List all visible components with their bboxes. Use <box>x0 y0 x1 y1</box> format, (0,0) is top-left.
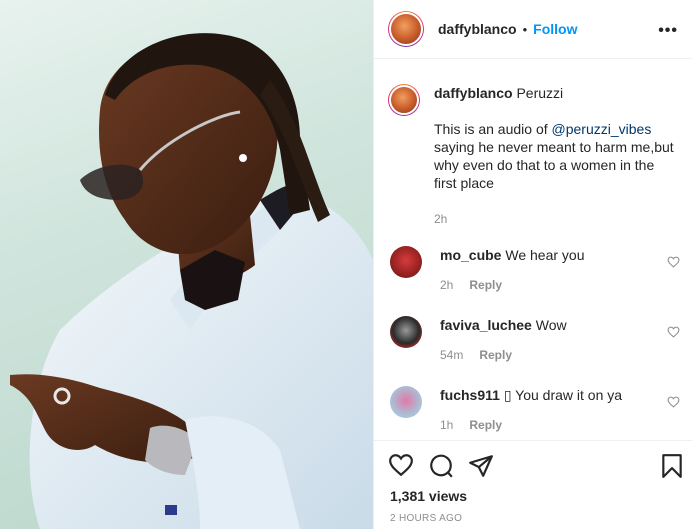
comment-time[interactable]: 54m <box>440 348 463 362</box>
caption-avatar[interactable] <box>388 84 420 116</box>
follow-button[interactable]: Follow <box>533 21 577 37</box>
comment-time[interactable]: 1h <box>440 418 453 432</box>
like-comment-heart-icon[interactable] <box>667 256 680 268</box>
like-comment-heart-icon[interactable] <box>667 326 680 338</box>
caption-time[interactable]: 2h <box>434 212 447 226</box>
instagram-post: daffyblanco • Follow ••• daffyblanco Per… <box>0 0 692 529</box>
like-comment-heart-icon[interactable] <box>667 396 680 408</box>
comment-icon[interactable] <box>428 453 454 479</box>
caption-first-line: Peruzzi <box>516 85 564 101</box>
comment-avatar[interactable] <box>390 246 422 278</box>
post-photo-illustration <box>10 33 373 529</box>
caption-body: This is an audio of @peruzzi_vibes sayin… <box>434 120 674 192</box>
bookmark-icon[interactable] <box>661 453 683 479</box>
comment-item: faviva_luchee Wow 54m Reply <box>390 316 680 364</box>
caption-text-after: saying he never meant to harm me,but why… <box>434 139 674 191</box>
reply-button[interactable]: Reply <box>479 348 512 362</box>
post-actions: 1,381 views 2 HOURS AGO <box>374 440 692 530</box>
views-count[interactable]: 1,381 views <box>390 488 467 504</box>
share-icon[interactable] <box>468 453 494 479</box>
separator-dot: • <box>522 21 528 37</box>
more-options-icon[interactable]: ••• <box>658 22 678 40</box>
heart-icon[interactable] <box>388 453 414 477</box>
caption: daffyblanco Peruzzi This is an audio of … <box>388 84 683 228</box>
author-avatar[interactable] <box>388 11 424 47</box>
comment-avatar[interactable] <box>390 386 422 418</box>
comment-text: ▯ You draw it on ya <box>503 387 623 403</box>
comment-username[interactable]: faviva_luchee <box>440 317 532 333</box>
caption-text-before: This is an audio of <box>434 121 552 137</box>
caption-meta: 2h <box>434 210 674 228</box>
post-header: daffyblanco • Follow ••• <box>374 0 692 59</box>
comment-item: fuchs911 ▯ You draw it on ya 1h Reply <box>390 386 680 434</box>
comment-avatar[interactable] <box>390 316 422 348</box>
comment-username[interactable]: mo_cube <box>440 247 501 263</box>
post-photo[interactable] <box>0 0 373 529</box>
caption-username[interactable]: daffyblanco <box>434 85 513 101</box>
post-side-panel: daffyblanco • Follow ••• daffyblanco Per… <box>373 0 692 529</box>
comment-username[interactable]: fuchs911 <box>440 387 500 403</box>
reply-button[interactable]: Reply <box>469 278 502 292</box>
reply-button[interactable]: Reply <box>469 418 502 432</box>
author-username[interactable]: daffyblanco <box>438 21 517 37</box>
comment-time[interactable]: 2h <box>440 278 453 292</box>
comment-item: mo_cube We hear you 2h Reply <box>390 246 680 294</box>
post-timestamp[interactable]: 2 HOURS AGO <box>390 513 462 524</box>
caption-mention-link[interactable]: @peruzzi_vibes <box>552 121 652 137</box>
comment-text: Wow <box>535 317 567 333</box>
comment-text: We hear you <box>505 247 585 263</box>
